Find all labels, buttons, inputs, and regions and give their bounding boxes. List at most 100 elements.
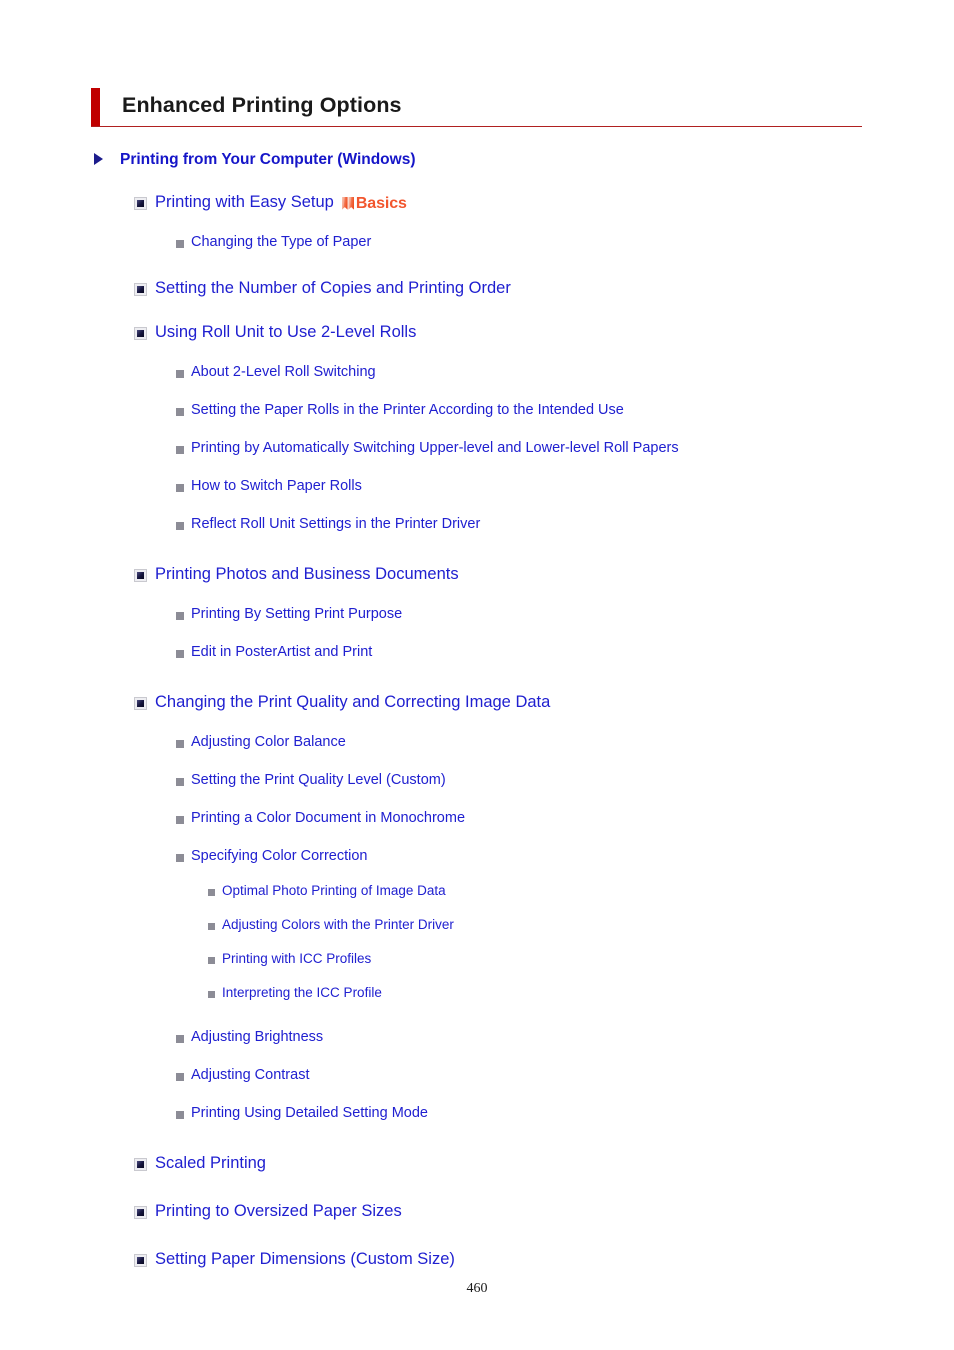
table-of-contents: Printing from Your Computer (Windows) Pr…: [0, 149, 954, 1275]
toc-children-level2: Printing By Setting Print Purpose Edit i…: [0, 604, 954, 666]
toc-children-level2: Adjusting Color Balance Setting the Prin…: [0, 732, 954, 1127]
toc-link-level3[interactable]: Printing a Color Document in Monochrome: [0, 808, 954, 832]
toc-link-level3[interactable]: Setting the Print Quality Level (Custom): [0, 770, 954, 794]
small-square-bullet-icon: [176, 816, 184, 824]
basics-badge[interactable]: Basics: [341, 195, 407, 216]
toc-label: Setting the Paper Rolls in the Printer A…: [191, 402, 624, 418]
toc-item-scaled-printing: Scaled Printing: [0, 1152, 954, 1179]
toc-link-level2[interactable]: Setting Paper Dimensions (Custom Size): [0, 1248, 954, 1275]
toc-item-changing-print-quality: Changing the Print Quality and Correctin…: [0, 691, 954, 1127]
toc-link-level4[interactable]: Interpreting the ICC Profile: [0, 984, 954, 1006]
toc-item-printing-photos-business-documents: Printing Photos and Business Documents P…: [0, 563, 954, 666]
toc-link-level3[interactable]: Changing the Type of Paper: [0, 232, 954, 256]
small-square-bullet-icon: [176, 740, 184, 748]
tiny-square-bullet-icon: [208, 889, 215, 896]
toc-item-about-2-level-roll-switching: About 2-Level Roll Switching: [0, 362, 954, 386]
toc-item-using-roll-unit: Using Roll Unit to Use 2-Level Rolls Abo…: [0, 321, 954, 538]
toc-link-level3[interactable]: Printing by Automatically Switching Uppe…: [0, 438, 954, 462]
toc-link-level3[interactable]: Printing By Setting Print Purpose: [0, 604, 954, 628]
small-square-bullet-icon: [176, 446, 184, 454]
toc-item-reflect-roll-unit-settings: Reflect Roll Unit Settings in the Printe…: [0, 514, 954, 538]
toc-item-interpreting-the-icc-profile: Interpreting the ICC Profile: [0, 984, 954, 1006]
toc-item-adjusting-contrast: Adjusting Contrast: [0, 1065, 954, 1089]
toc-link-level4[interactable]: Printing with ICC Profiles: [0, 950, 954, 972]
toc-link-level2[interactable]: Scaled Printing: [0, 1152, 954, 1179]
toc-label: Setting the Print Quality Level (Custom): [191, 772, 446, 788]
small-square-bullet-icon: [176, 650, 184, 658]
square-bullet-icon: [134, 283, 147, 296]
toc-link-level3[interactable]: Adjusting Contrast: [0, 1065, 954, 1089]
toc-link-level3[interactable]: Adjusting Brightness: [0, 1027, 954, 1051]
toc-item-setting-paper-dimensions: Setting Paper Dimensions (Custom Size): [0, 1248, 954, 1275]
small-square-bullet-icon: [176, 1073, 184, 1081]
toc-item-how-to-switch-paper-rolls: How to Switch Paper Rolls: [0, 476, 954, 500]
toc-label: Adjusting Contrast: [191, 1067, 310, 1083]
toc-link-level2[interactable]: Using Roll Unit to Use 2-Level Rolls: [0, 321, 954, 348]
toc-link-level3[interactable]: Printing Using Detailed Setting Mode: [0, 1103, 954, 1127]
toc-label: Adjusting Brightness: [191, 1029, 324, 1045]
square-bullet-icon: [134, 1158, 147, 1171]
small-square-bullet-icon: [176, 1111, 184, 1119]
basics-label: Basics: [355, 195, 407, 213]
page-number: 460: [466, 1281, 488, 1296]
toc-link-level1[interactable]: Printing from Your Computer (Windows): [0, 149, 954, 174]
toc-item-adjusting-color-balance: Adjusting Color Balance: [0, 732, 954, 756]
toc-section-printing-from-your-computer: Printing from Your Computer (Windows) Pr…: [0, 149, 954, 1275]
header-accent-bar: [91, 88, 100, 126]
toc-link-level2[interactable]: Printing Photos and Business Documents: [0, 563, 954, 590]
toc-item-setting-paper-rolls: Setting the Paper Rolls in the Printer A…: [0, 400, 954, 424]
small-square-bullet-icon: [176, 1035, 184, 1043]
small-square-bullet-icon: [176, 240, 184, 248]
toc-link-level3[interactable]: How to Switch Paper Rolls: [0, 476, 954, 500]
page-header: Enhanced Printing Options: [91, 88, 862, 132]
toc-label: Changing the Type of Paper: [191, 234, 372, 250]
toc-item-setting-number-of-copies: Setting the Number of Copies and Printin…: [0, 277, 954, 304]
toc-link-level3[interactable]: Adjusting Color Balance: [0, 732, 954, 756]
toc-link-level3[interactable]: Reflect Roll Unit Settings in the Printe…: [0, 514, 954, 538]
toc-label: Printing a Color Document in Monochrome: [191, 810, 466, 826]
toc-link-level2[interactable]: Printing to Oversized Paper Sizes: [0, 1200, 954, 1227]
small-square-bullet-icon: [176, 484, 184, 492]
page-title: Enhanced Printing Options: [122, 93, 402, 117]
toc-link-level4[interactable]: Optimal Photo Printing of Image Data: [0, 882, 954, 904]
toc-label: Specifying Color Correction: [191, 848, 368, 864]
tiny-square-bullet-icon: [208, 923, 215, 930]
toc-link-level2[interactable]: Setting the Number of Copies and Printin…: [0, 277, 954, 304]
toc-item-printing-auto-switching: Printing by Automatically Switching Uppe…: [0, 438, 954, 462]
square-bullet-icon: [134, 697, 147, 710]
toc-link-level4[interactable]: Adjusting Colors with the Printer Driver: [0, 916, 954, 938]
toc-label: About 2-Level Roll Switching: [191, 364, 376, 380]
toc-children-level2: Changing the Type of Paper: [0, 232, 954, 256]
toc-children-level1: Printing with Easy Setup Basics Changing …: [0, 191, 954, 1275]
tiny-square-bullet-icon: [208, 991, 215, 998]
toc-item-specifying-color-correction: Specifying Color Correction Optimal Phot…: [0, 846, 954, 1006]
toc-link-level2[interactable]: Changing the Print Quality and Correctin…: [0, 691, 954, 718]
toc-label: Setting the Number of Copies and Printin…: [155, 279, 511, 297]
toc-label: Printing from Your Computer (Windows): [120, 151, 416, 168]
toc-link-level3[interactable]: Specifying Color Correction: [0, 846, 954, 870]
small-square-bullet-icon: [176, 370, 184, 378]
toc-label: Adjusting Color Balance: [191, 734, 346, 750]
square-bullet-icon: [134, 569, 147, 582]
tiny-square-bullet-icon: [208, 957, 215, 964]
toc-item-printing-with-icc-profiles: Printing with ICC Profiles: [0, 950, 954, 972]
toc-label: Printing with Easy Setup: [155, 193, 334, 211]
toc-item-adjusting-colors-printer-driver: Adjusting Colors with the Printer Driver: [0, 916, 954, 938]
toc-link-level2[interactable]: Printing with Easy Setup Basics: [0, 191, 954, 218]
toc-label: Using Roll Unit to Use 2-Level Rolls: [155, 323, 417, 341]
toc-label: Printing with ICC Profiles: [222, 951, 372, 966]
toc-link-level3[interactable]: Edit in PosterArtist and Print: [0, 642, 954, 666]
toc-label: Printing by Automatically Switching Uppe…: [191, 440, 679, 456]
basics-book-icon: [341, 196, 355, 216]
toc-link-level3[interactable]: Setting the Paper Rolls in the Printer A…: [0, 400, 954, 424]
header-divider: [91, 126, 862, 127]
square-bullet-icon: [134, 1206, 147, 1219]
small-square-bullet-icon: [176, 408, 184, 416]
toc-label: Printing By Setting Print Purpose: [191, 606, 403, 622]
toc-label: Edit in PosterArtist and Print: [191, 644, 373, 660]
toc-children-level3: Optimal Photo Printing of Image Data Adj…: [0, 882, 954, 1006]
toc-link-level3[interactable]: About 2-Level Roll Switching: [0, 362, 954, 386]
toc-label: Optimal Photo Printing of Image Data: [222, 883, 446, 898]
toc-item-setting-print-quality-level: Setting the Print Quality Level (Custom): [0, 770, 954, 794]
toc-label: Printing Using Detailed Setting Mode: [191, 1105, 428, 1121]
